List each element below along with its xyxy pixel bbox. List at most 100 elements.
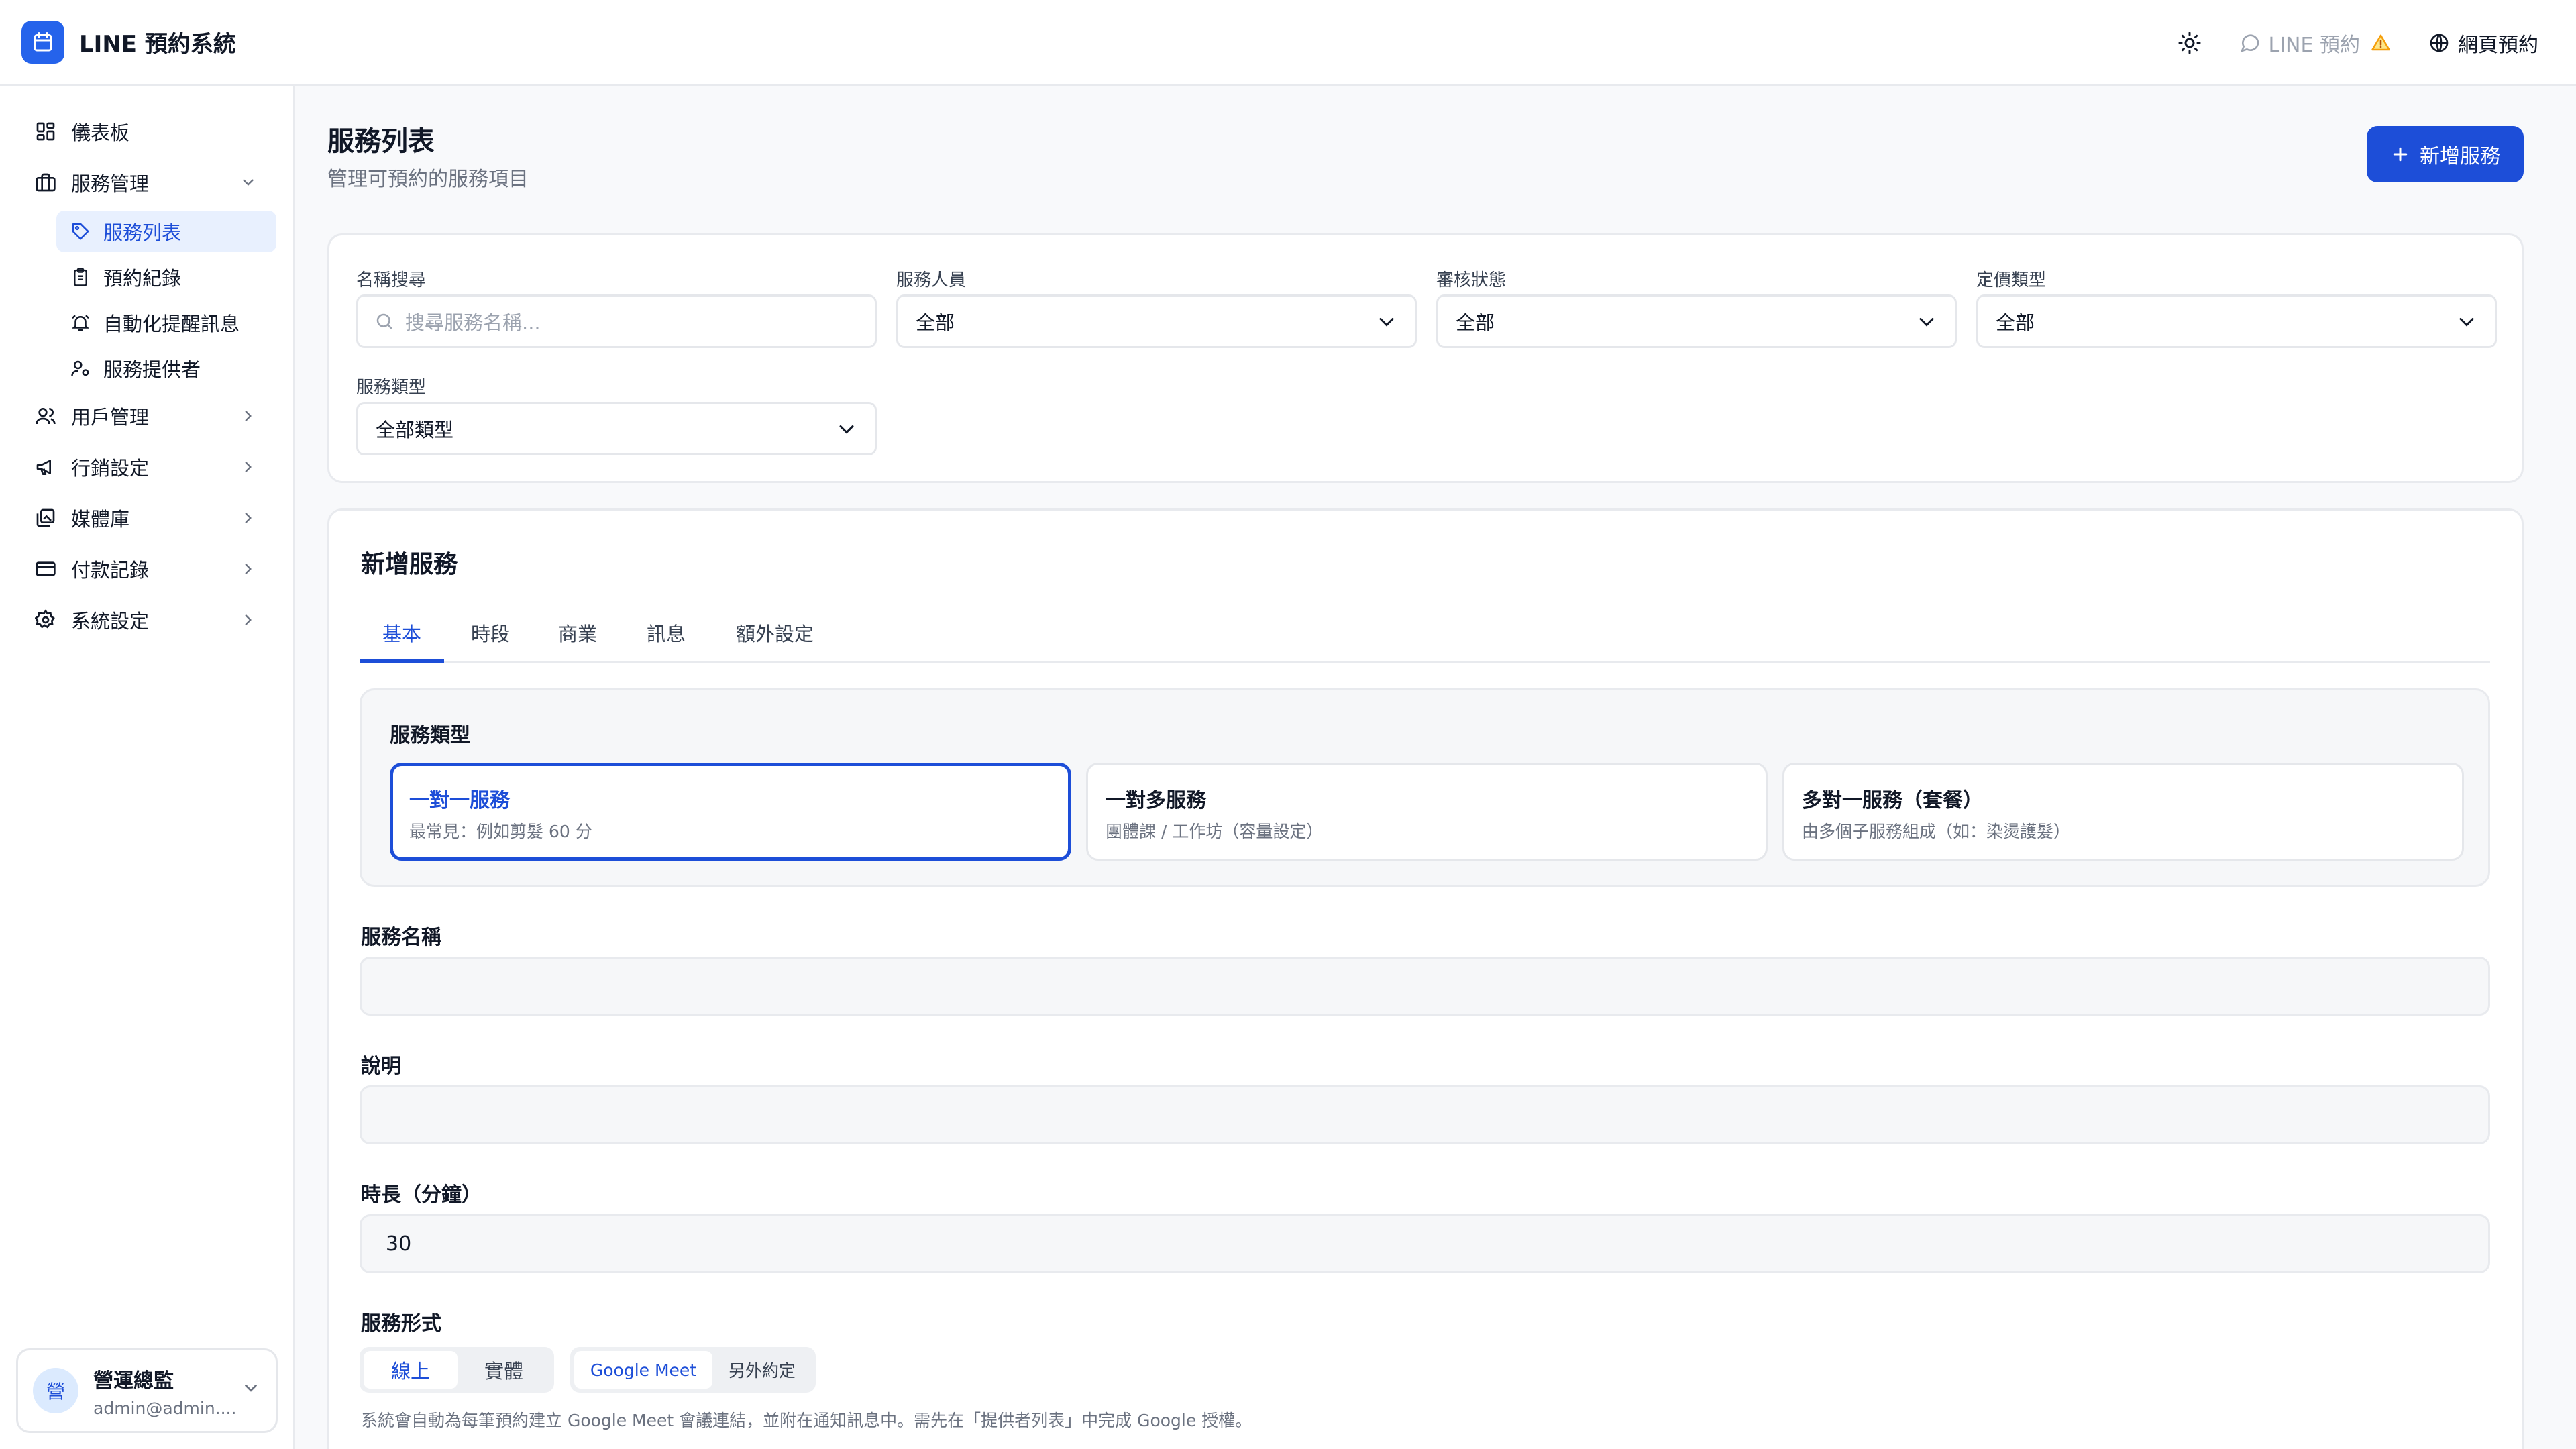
duration-input[interactable]: 30 [360, 1214, 2490, 1273]
avatar: 營 [33, 1368, 78, 1413]
service-type-label: 服務類型 [390, 724, 470, 747]
service-name-label: 服務名稱 [361, 926, 441, 949]
sidebar-item-dashboard[interactable]: 儀表板 [19, 109, 276, 154]
app-title: LINE 預約系統 [79, 31, 236, 58]
staff-filter-label: 服務人員 [896, 270, 967, 290]
theme-toggle-button[interactable] [2171, 24, 2208, 62]
sidebar-subitem-providers[interactable]: 服務提供者 [56, 347, 276, 389]
sun-icon [2178, 32, 2200, 54]
review-status-select[interactable]: 全部 [1436, 294, 1957, 348]
dashboard-icon [32, 118, 59, 145]
filters-card: 名稱搜尋 搜尋服務名稱... 服務人員 全部 審核狀態 全部 定價類型 全部 服… [327, 233, 2524, 483]
sidebar-subitem-label: 自動化提醒訊息 [103, 313, 240, 335]
add-service-button[interactable]: 新增服務 [2367, 126, 2524, 182]
search-placeholder: 搜尋服務名稱... [405, 311, 541, 334]
chevron-down-icon [241, 1378, 261, 1398]
sidebar-item-marketing[interactable]: 行銷設定 [19, 444, 276, 490]
type-filter-label: 服務類型 [356, 378, 427, 398]
gear-icon [32, 606, 59, 633]
chevron-right-icon [235, 504, 262, 531]
sidebar-item-label: 行銷設定 [71, 457, 150, 480]
line-booking-link[interactable]: LINE 預約 [2239, 28, 2392, 58]
sidebar: 儀表板 服務管理 服務列表 預約紀錄 自動化提醒訊息 服務提供者 用戶管理 行銷… [0, 86, 295, 1449]
web-booking-link[interactable]: 網頁預約 [2428, 28, 2538, 58]
staff-select-value: 全部 [916, 311, 955, 334]
sidebar-item-user-management[interactable]: 用戶管理 [19, 393, 276, 439]
platform-google-meet-option[interactable]: Google Meet [574, 1351, 712, 1389]
chevron-down-icon [235, 169, 262, 196]
option-desc: 最常見：例如剪髮 60 分 [409, 822, 592, 841]
pricing-type-select[interactable]: 全部 [1976, 294, 2497, 348]
tab-basic[interactable]: 基本 [360, 609, 444, 663]
option-desc: 團體課 / 工作坊（容量設定） [1106, 822, 1324, 841]
service-mode-toggle: 線上 實體 [360, 1347, 554, 1393]
plus-icon [2393, 147, 2408, 162]
type-select-value: 全部類型 [376, 419, 454, 441]
service-type-one-to-one[interactable]: 一對一服務 最常見：例如剪髮 60 分 [390, 763, 1071, 861]
tab-time-slots[interactable]: 時段 [467, 609, 514, 663]
service-type-select[interactable]: 全部類型 [356, 402, 877, 455]
service-mode-label: 服務形式 [361, 1312, 441, 1336]
add-service-label: 新增服務 [2420, 145, 2500, 168]
megaphone-icon [32, 453, 59, 480]
service-name-input[interactable] [360, 957, 2490, 1016]
form-tabs: 基本 時段 商業 訊息 額外設定 [360, 609, 2490, 663]
calendar-icon [21, 20, 64, 64]
service-type-package[interactable]: 多對一服務（套餐） 由多個子服務組成（如：染燙護髮） [1782, 763, 2464, 861]
option-title: 多對一服務（套餐） [1802, 789, 1983, 812]
briefcase-icon [32, 169, 59, 196]
user-settings-icon [68, 356, 93, 380]
sidebar-item-label: 用戶管理 [71, 406, 150, 429]
form-title: 新增服務 [361, 551, 458, 578]
name-search-label: 名稱搜尋 [356, 270, 427, 290]
search-icon [376, 313, 392, 329]
user-menu[interactable]: 營 營運總監 admin@admin.... [16, 1348, 278, 1433]
staff-select[interactable]: 全部 [896, 294, 1417, 348]
option-desc: 由多個子服務組成（如：染燙護髮） [1802, 822, 2071, 841]
chevron-down-icon [1379, 318, 1394, 327]
globe-icon [2430, 34, 2449, 52]
sidebar-subitem-service-list[interactable]: 服務列表 [56, 211, 276, 252]
chevron-down-icon [2459, 318, 2474, 327]
clipboard-icon [68, 265, 93, 289]
platform-other-option[interactable]: 另外約定 [712, 1351, 812, 1389]
sidebar-item-system-settings[interactable]: 系統設定 [19, 597, 276, 643]
sidebar-item-label: 服務管理 [71, 172, 150, 195]
sidebar-item-media-library[interactable]: 媒體庫 [19, 495, 276, 541]
line-booking-label: LINE 預約 [2268, 34, 2361, 57]
pricing-filter-label: 定價類型 [1976, 270, 2047, 290]
warning-icon [2371, 34, 2390, 51]
sidebar-item-service-management[interactable]: 服務管理 [19, 160, 276, 205]
chat-bubble-icon [2241, 34, 2259, 52]
web-booking-label: 網頁預約 [2458, 34, 2538, 57]
chevron-right-icon [235, 453, 262, 480]
google-meet-hint: 系統會自動為每筆預約建立 Google Meet 會議連結，並附在通知訊息中。需… [361, 1411, 1252, 1430]
review-filter-label: 審核狀態 [1436, 270, 1507, 290]
service-type-section: 服務類型 一對一服務 最常見：例如剪髮 60 分 一對多服務 團體課 / 工作坊… [360, 688, 2490, 887]
search-input[interactable]: 搜尋服務名稱... [356, 294, 877, 348]
service-type-one-to-many[interactable]: 一對多服務 團體課 / 工作坊（容量設定） [1086, 763, 1768, 861]
users-icon [32, 402, 59, 429]
mode-in-person-option[interactable]: 實體 [458, 1351, 550, 1389]
chevron-down-icon [839, 425, 854, 434]
tab-messages[interactable]: 訊息 [643, 609, 690, 663]
user-email: admin@admin.... [93, 1398, 237, 1418]
tab-extra-settings[interactable]: 額外設定 [731, 609, 818, 663]
description-input[interactable] [360, 1085, 2490, 1144]
option-title: 一對多服務 [1106, 789, 1206, 812]
sidebar-subitem-booking-records[interactable]: 預約紀錄 [56, 256, 276, 298]
sidebar-item-label: 系統設定 [71, 610, 150, 633]
tab-business[interactable]: 商業 [554, 609, 601, 663]
sidebar-subitem-auto-reminders[interactable]: 自動化提醒訊息 [56, 302, 276, 343]
mode-online-option[interactable]: 線上 [364, 1351, 458, 1389]
option-title: 一對一服務 [409, 789, 510, 812]
credit-card-icon [32, 555, 59, 582]
sidebar-item-payment-records[interactable]: 付款記錄 [19, 546, 276, 592]
sidebar-item-label: 儀表板 [71, 121, 130, 144]
sidebar-subitem-label: 預約紀錄 [103, 267, 182, 290]
pricing-select-value: 全部 [1996, 311, 2035, 334]
meeting-platform-toggle: Google Meet 另外約定 [570, 1347, 816, 1393]
chevron-right-icon [235, 606, 262, 633]
sidebar-subitem-label: 服務提供者 [103, 358, 201, 381]
brand[interactable]: LINE 預約系統 [21, 20, 236, 64]
